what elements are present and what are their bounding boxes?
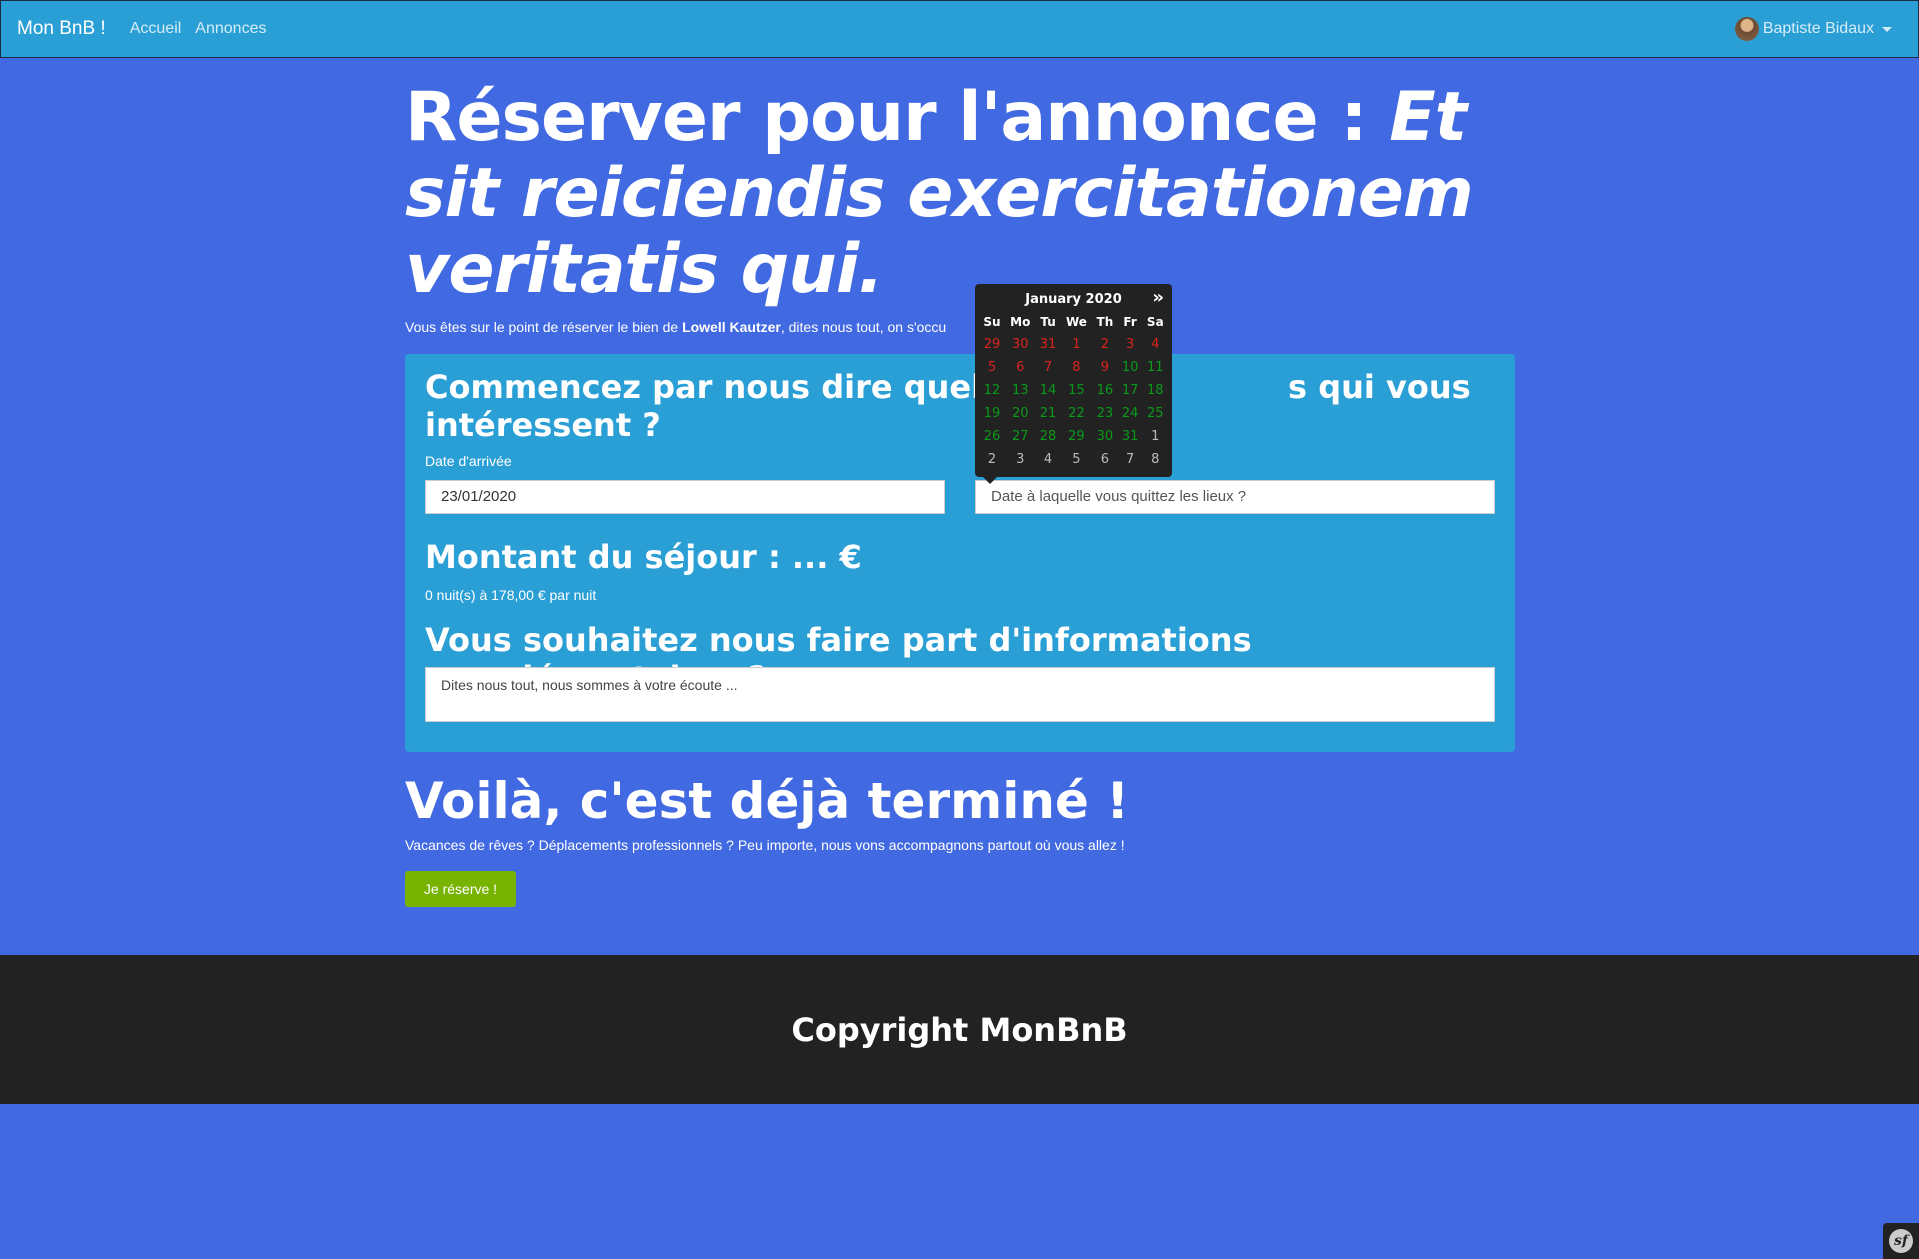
datepicker-header: January 2020 » [979,288,1168,310]
datepicker-day[interactable]: 20 [1005,402,1036,425]
datepicker-day[interactable]: 1 [1061,333,1093,356]
user-name: Baptiste Bidaux [1762,20,1874,37]
weekday-mo: Mo [1010,314,1031,329]
datepicker-day[interactable]: 10 [1118,356,1143,379]
arrival-date-input[interactable]: 23/01/2020 [425,480,945,514]
weekday-tu: Tu [1040,314,1056,329]
datepicker-day[interactable]: 16 [1092,379,1117,402]
datepicker-day[interactable]: 23 [1092,402,1117,425]
datepicker-day[interactable]: 15 [1061,379,1093,402]
datepicker-day[interactable]: 8 [1061,356,1093,379]
datepicker-day[interactable]: 27 [1005,425,1036,448]
owner-name: Lowell Kautzer [682,319,781,335]
datepicker-day[interactable]: 29 [1061,425,1093,448]
datepicker-day[interactable]: 14 [1036,379,1061,402]
datepicker-day[interactable]: 19 [979,402,1005,425]
weekday-fr: Fr [1123,314,1137,329]
user-menu-toggle[interactable]: Baptiste Bidaux [1734,17,1892,41]
datepicker-day[interactable]: 6 [1092,448,1117,471]
symfony-toolbar-icon[interactable]: sf [1883,1223,1919,1259]
dates-heading-line2: intéressent ? [425,406,661,444]
intro-after: , dites nous tout, on s'occu [780,319,947,335]
datepicker-popup: January 2020 » Su Mo Tu We Th Fr Sa 29 30… [975,284,1172,484]
datepicker-day[interactable]: 13 [1005,379,1036,402]
datepicker-day[interactable]: 2 [979,448,1005,471]
dates-heading-part2: s qui vous [1288,368,1471,406]
datepicker-day[interactable]: 3 [1118,333,1143,356]
page-title: Réserver pour l'annonce : Et sit reicien… [405,80,1515,308]
symfony-logo-icon: sf [1889,1229,1913,1253]
booking-form-card: Commencez par nous dire quelles s s qui v… [405,354,1515,752]
amount-heading: Montant du séjour : ... € [425,538,862,576]
datepicker-day[interactable]: 30 [1005,333,1036,356]
datepicker-day[interactable]: 7 [1118,448,1143,471]
datepicker-day[interactable]: 29 [979,333,1005,356]
nav-link-accueil[interactable]: Accueil [130,20,182,38]
datepicker-day[interactable]: 26 [979,425,1005,448]
datepicker-day[interactable]: 6 [1005,356,1036,379]
avatar [1734,17,1759,41]
datepicker-month: January 2020 [1025,291,1122,307]
datepicker-days: 29 30 31 1 2 3 4 5 6 7 8 9 10 11 12 13 14 15 16 17 18 19 20 21 2… [979,333,1168,471]
datepicker-week-row: 12 13 14 15 16 17 18 [979,379,1168,402]
datepicker-day[interactable]: 24 [1118,402,1143,425]
datepicker-week-row: 26 27 28 29 30 31 1 [979,425,1168,448]
arrival-date-label: Date d'arrivée [425,453,512,469]
datepicker-day[interactable]: 8 [1143,448,1168,471]
brand-link[interactable]: Mon BnB ! [17,18,106,40]
finish-text: Vacances de rêves ? Déplacements profess… [405,837,1125,853]
datepicker-day[interactable]: 30 [1092,425,1117,448]
reserve-button[interactable]: Je réserve ! [405,871,516,907]
page-title-prefix: Réserver pour l'annonce : [405,78,1390,157]
footer: Copyright MonBnB [0,955,1919,1104]
datepicker-day[interactable]: 11 [1143,356,1168,379]
dates-heading-part1: Commencez par nous dire quelles s [425,368,1064,406]
dates-heading: Commencez par nous dire quelles s s qui v… [425,368,1471,444]
departure-date-input[interactable]: Date à laquelle vous quittez les lieux ? [975,480,1495,514]
datepicker-day[interactable]: 1 [1143,425,1168,448]
datepicker-day[interactable]: 5 [979,356,1005,379]
datepicker-day[interactable]: 31 [1036,333,1061,356]
datepicker-day[interactable]: 17 [1118,379,1143,402]
datepicker-day[interactable]: 22 [1061,402,1093,425]
datepicker-day[interactable]: 4 [1036,448,1061,471]
weekday-th: Th [1096,314,1114,329]
datepicker-day[interactable]: 3 [1005,448,1036,471]
nav-link-annonces[interactable]: Annonces [195,20,266,38]
footer-copyright: Copyright MonBnB [791,1010,1128,1049]
datepicker-next-button[interactable]: » [1152,289,1164,307]
intro-before: Vous êtes sur le point de réserver le bi… [405,319,683,335]
datepicker-grid: Su Mo Tu We Th Fr Sa 29 30 31 1 2 3 4 5 6 7 8 9 10 11… [979,310,1168,471]
datepicker-day[interactable]: 25 [1143,402,1168,425]
finish-heading: Voilà, c'est déjà terminé ! [405,772,1130,830]
weekday-sa: Sa [1146,314,1164,329]
datepicker-day[interactable]: 7 [1036,356,1061,379]
comments-textarea[interactable]: Dites nous tout, nous sommes à votre éco… [425,667,1495,722]
datepicker-day[interactable]: 12 [979,379,1005,402]
datepicker-day[interactable]: 5 [1061,448,1093,471]
weekday-we: We [1065,314,1087,329]
nights-summary: 0 nuit(s) à 178,00 € par nuit [425,587,597,603]
intro-text: Vous êtes sur le point de réserver le bi… [405,319,946,335]
datepicker-day[interactable]: 9 [1092,356,1117,379]
datepicker-day[interactable]: 31 [1118,425,1143,448]
datepicker-week-row: 19 20 21 22 23 24 25 [979,402,1168,425]
datepicker-day[interactable]: 4 [1143,333,1168,356]
datepicker-day[interactable]: 2 [1092,333,1117,356]
datepicker-day[interactable]: 21 [1036,402,1061,425]
datepicker-week-row: 29 30 31 1 2 3 4 [979,333,1168,356]
top-navbar: Mon BnB ! Accueil Annonces Baptiste Bida… [0,0,1919,58]
datepicker-week-row: 5 6 7 8 9 10 11 [979,356,1168,379]
datepicker-week-row: 2345678 [979,448,1168,471]
datepicker-day[interactable]: 28 [1036,425,1061,448]
chevron-down-icon [1882,26,1892,32]
datepicker-day[interactable]: 18 [1143,379,1168,402]
weekday-su: Su [983,314,1001,329]
